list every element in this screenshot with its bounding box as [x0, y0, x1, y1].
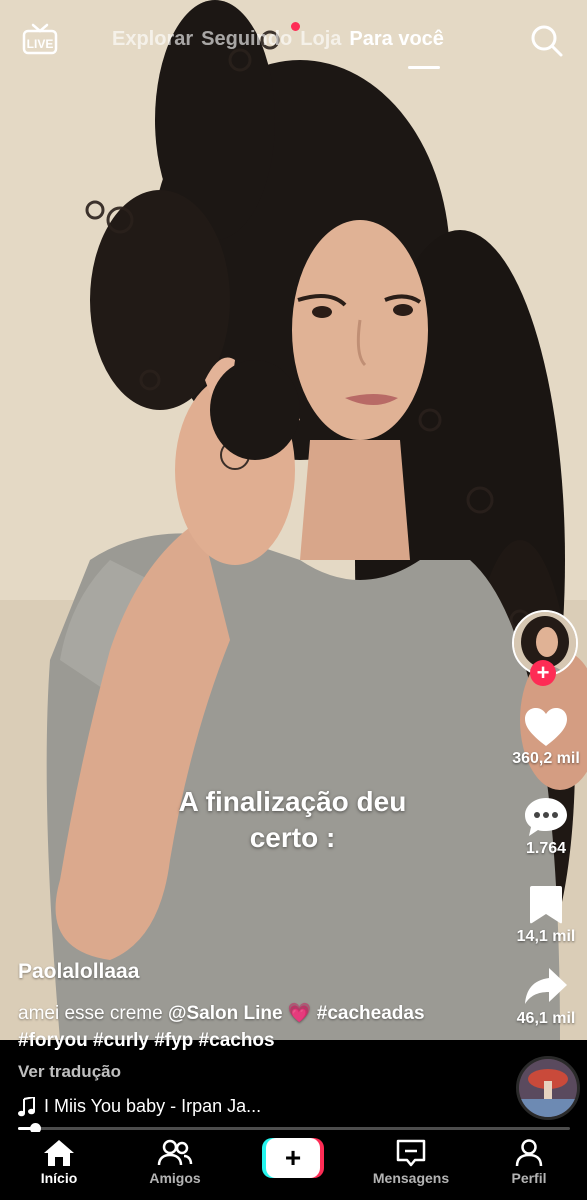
nav-friends-label: Amigos	[149, 1170, 201, 1186]
nav-home-label: Início	[40, 1170, 78, 1186]
music-title: I Miis You baby - Irpan Ja...	[44, 1096, 262, 1116]
like-count: 360,2 mil	[512, 750, 580, 767]
heart-icon	[525, 708, 567, 746]
bottom-navigation: Início Amigos + Mensagens Perfil	[0, 1132, 587, 1200]
home-icon	[44, 1140, 74, 1166]
see-translation-link[interactable]: Ver tradução	[18, 1062, 121, 1082]
tab-loja[interactable]: Loja	[300, 28, 341, 51]
caption-line-2: certo :	[249, 822, 336, 853]
nav-inbox[interactable]: Mensagens	[366, 1138, 456, 1186]
nav-inbox-label: Mensagens	[372, 1170, 450, 1186]
svg-text:LIVE: LIVE	[27, 37, 54, 51]
follow-button[interactable]: +	[530, 660, 556, 686]
like-button[interactable]: 360,2 mil	[506, 706, 586, 768]
caption-line-1: A finalização deu	[178, 786, 407, 817]
music-disc-art-icon	[519, 1059, 577, 1117]
save-button[interactable]: 14,1 mil	[506, 884, 586, 946]
create-button[interactable]: +	[262, 1138, 324, 1178]
comment-button[interactable]: 1.764	[506, 796, 586, 858]
active-tab-indicator	[408, 66, 440, 69]
notification-dot	[291, 22, 301, 31]
friends-icon	[157, 1139, 193, 1166]
live-tv-icon: LIVE	[22, 23, 58, 55]
tab-seguindo-label: Seguindo	[201, 28, 293, 50]
music-note-icon	[18, 1096, 35, 1116]
feed-tabs: Explorar Seguindo Loja Para você	[112, 22, 452, 51]
live-button[interactable]: LIVE	[22, 22, 58, 56]
share-button[interactable]: 46,1 mil	[506, 966, 586, 1028]
share-count: 46,1 mil	[516, 1010, 576, 1027]
tab-para-voce[interactable]: Para você	[349, 28, 444, 51]
bookmark-icon	[530, 886, 562, 924]
save-count: 14,1 mil	[516, 928, 576, 945]
video-frame	[0, 0, 587, 1040]
inbox-icon	[396, 1139, 426, 1167]
author-username[interactable]: Paolalollaaa	[18, 960, 139, 984]
tiktok-feed-screen: LIVE Explorar Seguindo Loja Para você A …	[0, 0, 587, 1200]
nav-friends[interactable]: Amigos	[130, 1138, 220, 1186]
hashtag-link[interactable]: #cacheadas	[317, 1003, 425, 1024]
nav-home[interactable]: Início	[14, 1138, 104, 1186]
profile-icon	[515, 1139, 543, 1167]
share-arrow-icon	[525, 968, 567, 1004]
nav-profile-label: Perfil	[511, 1170, 547, 1186]
tab-explorar[interactable]: Explorar	[112, 28, 193, 51]
hashtags-line[interactable]: #foryou #curly #fyp #cachos	[18, 1030, 275, 1051]
search-button[interactable]	[530, 24, 564, 58]
create-plus-icon: +	[262, 1138, 324, 1178]
video-caption: A finalização deu certo :	[120, 784, 465, 856]
top-navigation: LIVE Explorar Seguindo Loja Para você	[0, 0, 587, 80]
heart-emoji: 💗	[287, 1003, 312, 1024]
music-disc[interactable]	[516, 1056, 580, 1120]
comment-icon	[525, 798, 567, 836]
mention-link[interactable]: @Salon Line	[168, 1003, 283, 1024]
comment-count: 1.764	[525, 840, 567, 857]
search-icon	[531, 25, 563, 57]
description-text: amei esse creme	[18, 1003, 163, 1024]
music-info[interactable]: I Miis You baby - Irpan Ja...	[18, 1096, 261, 1117]
video-progress-bar[interactable]	[18, 1123, 570, 1134]
svg-text:+: +	[285, 1142, 301, 1173]
video-player[interactable]	[0, 0, 587, 1040]
tab-seguindo[interactable]: Seguindo	[201, 22, 301, 51]
post-description: amei esse creme @Salon Line 💗 #cacheadas…	[18, 1000, 488, 1054]
nav-profile[interactable]: Perfil	[484, 1138, 574, 1186]
